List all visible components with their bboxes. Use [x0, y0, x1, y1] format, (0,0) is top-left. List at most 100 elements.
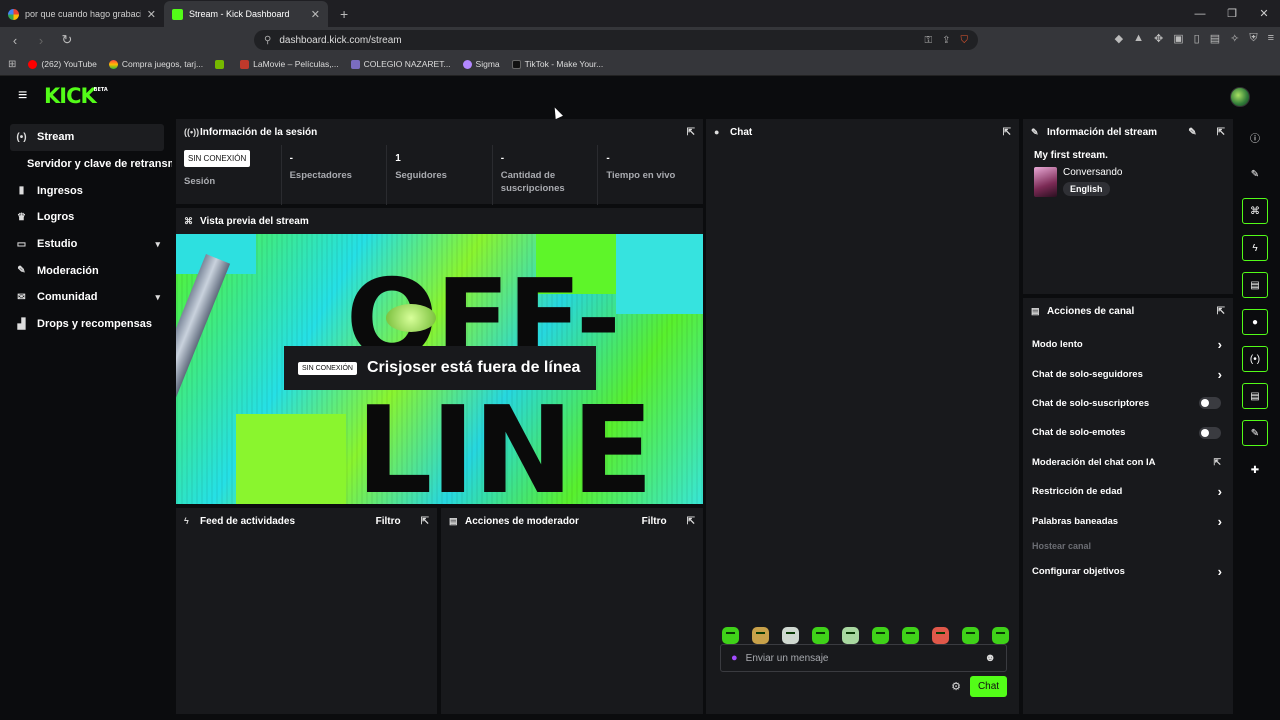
toggle-switch[interactable]: [1199, 426, 1221, 439]
chevron-down-icon[interactable]: ▾: [155, 239, 160, 250]
microphone-icon[interactable]: ●: [731, 652, 738, 664]
popout-icon[interactable]: ⇱: [1217, 306, 1225, 317]
popout-icon[interactable]: ⇱: [421, 516, 429, 527]
bookmark-sigma[interactable]: Sigma: [462, 59, 500, 69]
sidebar-item-moderación[interactable]: ✎ Moderación: [0, 257, 172, 284]
emote-icon[interactable]: [932, 627, 949, 644]
channel-action-item[interactable]: Configurar objetivos ›: [1023, 557, 1233, 586]
chevron-right-icon[interactable]: ›: [1218, 367, 1222, 382]
leo-icon[interactable]: ✧: [1230, 32, 1239, 45]
channel-action-item[interactable]: Chat de solo-seguidores ›: [1023, 359, 1233, 388]
chevron-right-icon[interactable]: ›: [1218, 514, 1222, 529]
channel-action-label: Chat de solo-suscriptores: [1032, 397, 1150, 409]
emote-icon[interactable]: [962, 627, 979, 644]
chat-send-button[interactable]: Chat: [970, 676, 1007, 697]
channel-action-item[interactable]: Modo lento ›: [1023, 330, 1233, 359]
wrench-widget-icon[interactable]: ✎: [1242, 420, 1268, 446]
back-icon[interactable]: ‹: [8, 33, 22, 48]
reload-icon[interactable]: ↻: [60, 32, 74, 48]
apps-icon[interactable]: ⊞: [8, 59, 16, 70]
extension-icon[interactable]: ▲: [1133, 32, 1144, 45]
channel-actions-widget-icon[interactable]: ▤: [1242, 383, 1268, 409]
edit-icon[interactable]: ✎: [1242, 161, 1268, 187]
puzzle-icon[interactable]: ✥: [1154, 32, 1163, 45]
emote-icon[interactable]: [752, 627, 769, 644]
channel-action-item[interactable]: Chat de solo-emotes: [1023, 418, 1233, 447]
chevron-down-icon[interactable]: ▾: [155, 292, 160, 303]
lightning-widget-icon[interactable]: ϟ: [1242, 235, 1268, 261]
emote-icon[interactable]: [842, 627, 859, 644]
add-widget-icon[interactable]: ✚: [1242, 457, 1268, 483]
emote-icon[interactable]: [722, 627, 739, 644]
bookmark-nvidia[interactable]: [215, 59, 228, 69]
edit-icon[interactable]: ✎: [1188, 127, 1196, 138]
key-icon[interactable]: ⚿: [924, 35, 932, 46]
popout-icon[interactable]: ⇱: [1217, 127, 1225, 138]
emote-icon[interactable]: [782, 627, 799, 644]
chevron-right-icon[interactable]: ›: [1218, 484, 1222, 499]
browser-tab-1[interactable]: por que cuando hago grabacion de p ✕: [0, 1, 164, 27]
emote-icon[interactable]: [902, 627, 919, 644]
close-tab-icon[interactable]: ✕: [147, 8, 156, 21]
toggle-switch[interactable]: [1199, 397, 1221, 410]
avatar[interactable]: [1230, 87, 1250, 107]
filter-button[interactable]: Filtro: [642, 516, 667, 527]
share-icon[interactable]: ⇪: [942, 35, 950, 46]
emote-icon[interactable]: [812, 627, 829, 644]
chevron-right-icon[interactable]: ›: [1218, 564, 1222, 579]
hamburger-menu-icon[interactable]: ≡: [18, 87, 32, 105]
preview-widget-icon[interactable]: ⌘: [1242, 198, 1268, 224]
vpn-icon[interactable]: ⛨: [1249, 32, 1257, 45]
sidebar-item-estudio[interactable]: ▭ Estudio ▾: [0, 231, 172, 258]
emote-icon[interactable]: [992, 627, 1009, 644]
chevron-right-icon[interactable]: ›: [1218, 337, 1222, 352]
forward-icon[interactable]: ›: [34, 33, 48, 48]
popout-icon[interactable]: ⇱: [1003, 127, 1011, 138]
extension-icon[interactable]: ◆: [1115, 32, 1123, 45]
bookmark-juegos[interactable]: Compra juegos, tarj...: [108, 59, 203, 69]
info-icon[interactable]: ⓘ: [1242, 124, 1268, 150]
gear-icon[interactable]: ⚙: [951, 680, 961, 693]
chat-widget-icon[interactable]: ●: [1242, 309, 1268, 335]
close-window-icon[interactable]: ✕: [1248, 0, 1280, 27]
close-tab-icon[interactable]: ✕: [311, 8, 320, 21]
filter-button[interactable]: Filtro: [376, 516, 401, 527]
sidebar-item-ingresos[interactable]: ▮ Ingresos: [0, 177, 172, 204]
minimize-icon[interactable]: —: [1184, 0, 1216, 27]
sidebar-item-servidor[interactable]: Servidor y clave de retransmisión: [0, 151, 172, 178]
extension-icon[interactable]: ▣: [1173, 32, 1183, 45]
sidebar-icon[interactable]: ▯: [1194, 32, 1200, 45]
channel-action-item[interactable]: Moderación del chat con IA ⇱: [1023, 448, 1233, 477]
chat-message-input[interactable]: ● Enviar un mensaje ☻: [720, 644, 1007, 672]
sidebar-item-stream[interactable]: (•) Stream: [10, 124, 164, 151]
sidebar-item-logros[interactable]: ♛ Logros: [0, 204, 172, 231]
popout-icon[interactable]: ⇱: [687, 516, 695, 527]
kick-logo[interactable]: KICK BETA: [44, 84, 108, 108]
broadcast-widget-icon[interactable]: (•): [1242, 346, 1268, 372]
channel-action-item[interactable]: Chat de solo-suscriptores: [1023, 389, 1233, 418]
wallet-icon[interactable]: ▤: [1210, 32, 1220, 45]
site-info-icon[interactable]: ⚲: [264, 35, 271, 46]
external-link-icon[interactable]: ⇱: [1213, 457, 1221, 468]
brave-shield-icon[interactable]: ⛉: [961, 35, 969, 46]
mod-log-widget-icon[interactable]: ▤: [1242, 272, 1268, 298]
channel-action-item[interactable]: Restricción de edad ›: [1023, 477, 1233, 506]
bookmark-tiktok[interactable]: TikTok - Make Your...: [511, 59, 603, 69]
browser-tab-2[interactable]: Stream - Kick Dashboard ✕: [164, 1, 328, 27]
address-bar[interactable]: ⚲ dashboard.kick.com/stream ⚿ ⇪ ⛉: [254, 30, 978, 50]
bookmark-lamovie[interactable]: LaMovie – Películas,...: [240, 59, 339, 69]
channel-action-item[interactable]: Palabras baneadas ›: [1023, 506, 1233, 535]
preview-shape: [236, 414, 346, 504]
popout-icon[interactable]: ⇱: [687, 127, 695, 138]
url-text[interactable]: dashboard.kick.com/stream: [279, 35, 401, 46]
emote-icon[interactable]: [872, 627, 889, 644]
menu-icon[interactable]: ≡: [1268, 32, 1274, 45]
bookmark-colegio[interactable]: COLEGIO NAZARET...: [350, 59, 451, 69]
sidebar-item-comunidad[interactable]: ✉ Comunidad ▾: [0, 284, 172, 311]
emoji-icon[interactable]: ☻: [984, 652, 996, 664]
channel-action-label: Restricción de edad: [1032, 486, 1123, 498]
sidebar-item-drops[interactable]: ▟ Drops y recompensas: [0, 311, 172, 338]
bookmark-youtube[interactable]: (262) YouTube: [28, 59, 97, 69]
new-tab-button[interactable]: +: [328, 1, 360, 27]
restore-icon[interactable]: ❐: [1216, 0, 1248, 27]
